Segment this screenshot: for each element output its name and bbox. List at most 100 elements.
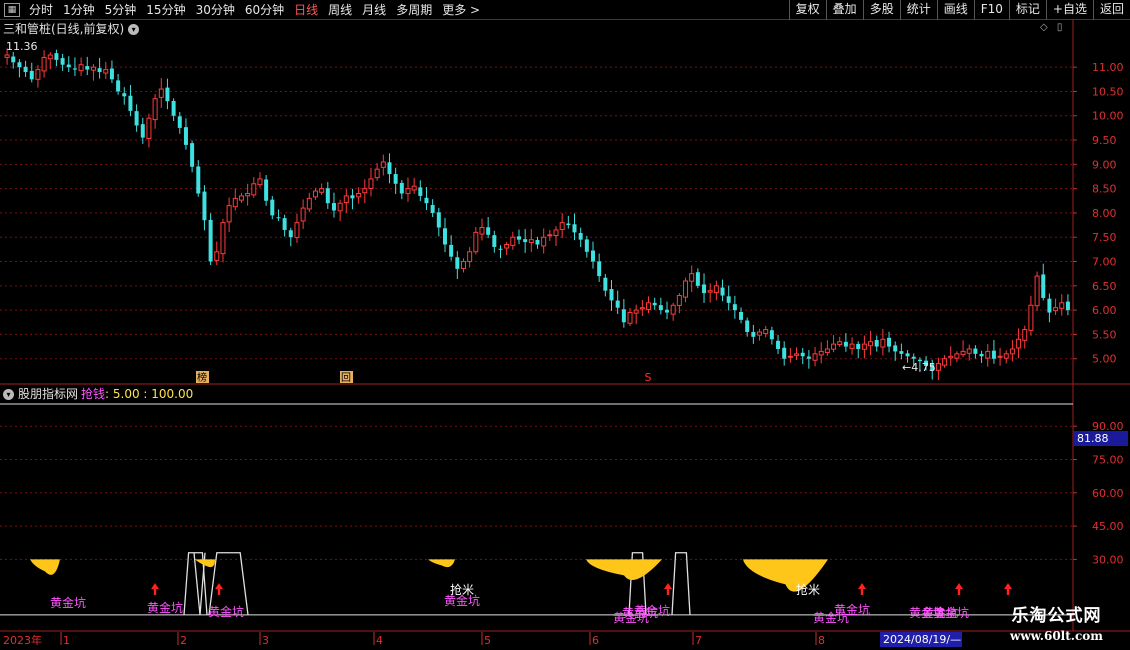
candle-body: [800, 352, 805, 357]
candle-body: [1028, 304, 1034, 331]
indicator-name: 股朋指标网: [18, 387, 79, 401]
candle-body: [695, 272, 700, 286]
candle-body: [165, 87, 170, 102]
candle-body: [739, 312, 744, 320]
candle-body: [177, 116, 182, 128]
candle-body: [856, 343, 861, 349]
buy-arrow-icon: [151, 583, 159, 595]
candle-body: [627, 312, 633, 324]
candle-body: [732, 304, 737, 311]
candle-body: [516, 236, 521, 240]
candle-body: [343, 195, 349, 204]
candle-body: [584, 239, 589, 252]
gold-pit-label: 黄金坑: [834, 602, 870, 617]
candle-body: [1034, 275, 1040, 307]
candle-body: [676, 295, 682, 306]
candle-body: [572, 224, 577, 233]
candle-body: [436, 212, 441, 228]
candle-body: [152, 98, 158, 121]
candle-body: [646, 302, 652, 310]
year-label: 2023年: [3, 634, 42, 647]
candle-body: [1047, 298, 1052, 313]
candle-body: [812, 353, 818, 361]
indicator-spike: [671, 552, 691, 615]
candle-body: [492, 235, 497, 247]
candle-body: [11, 56, 16, 63]
candle-body: [66, 64, 71, 68]
candle-body: [208, 219, 213, 262]
candle-body: [146, 117, 152, 140]
candle-body: [116, 80, 121, 92]
candle-body: [238, 195, 244, 201]
candle-body: [868, 341, 874, 347]
candle-body: [541, 236, 547, 247]
candle-body: [140, 124, 145, 138]
candle-body: [566, 223, 571, 226]
candle-body: [745, 320, 750, 332]
candle-body: [331, 203, 336, 211]
candle-body: [621, 309, 626, 323]
low-price-label: ←4.75: [902, 361, 936, 374]
candle-body: [257, 178, 263, 186]
candle-body: [874, 340, 879, 347]
candle-body: [639, 307, 645, 310]
candle-body: [374, 168, 380, 179]
candle-body: [763, 329, 769, 335]
sell-marker: S: [645, 371, 652, 384]
candle-body: [893, 345, 898, 352]
candle-body: [751, 331, 756, 337]
candle-body: [880, 338, 886, 348]
candle-body: [782, 347, 787, 359]
candle-body: [158, 88, 164, 98]
candle-body: [997, 355, 1003, 358]
candle-body: [726, 296, 731, 303]
gold-pit-label: 黄金坑: [634, 603, 670, 618]
candle-body: [905, 353, 910, 357]
candle-body: [991, 350, 996, 359]
candle-body: [504, 244, 510, 249]
candle-body: [264, 179, 269, 201]
candle-body: [442, 228, 447, 245]
candle-body: [831, 343, 837, 350]
candle-body: [757, 331, 763, 336]
candle-body: [652, 302, 657, 306]
candle-body: [591, 250, 596, 262]
candle-body: [54, 53, 59, 60]
candle-body: [362, 188, 368, 194]
candle-body: [787, 355, 793, 358]
candle-body: [411, 185, 417, 191]
watermark-title: 乐淘公式网: [1011, 606, 1102, 626]
candle-body: [467, 251, 473, 263]
candle-body: [849, 343, 855, 349]
price-tick-label: 8.50: [1092, 183, 1117, 196]
candle-body: [202, 191, 207, 221]
buy-arrow-icon: [664, 583, 672, 595]
price-tick-label: 5.50: [1092, 328, 1117, 341]
candle-body: [387, 162, 392, 175]
candle-body: [960, 350, 966, 356]
candle-body: [103, 69, 109, 74]
chevron-down-icon[interactable]: ▾: [3, 389, 14, 400]
indicator-title: ▾ 股朋指标网 抢钱: 5.00 : 100.00: [3, 386, 193, 402]
candle-body: [665, 309, 670, 313]
marker-label: 回: [341, 372, 351, 384]
candle-body: [1059, 302, 1065, 309]
candle-body: [966, 348, 972, 354]
candle-body: [559, 222, 565, 230]
candle-body: [306, 197, 312, 210]
candle-body: [109, 68, 114, 80]
candle-body: [578, 233, 583, 240]
candle-body: [337, 202, 343, 212]
candle-body: [942, 358, 948, 366]
candle-body: [460, 261, 466, 270]
candle-body: [948, 355, 954, 359]
price-tick-label: 10.00: [1092, 110, 1124, 123]
candle-body: [399, 182, 404, 194]
candle-body: [325, 188, 330, 204]
candle-body: [226, 205, 232, 223]
price-tick-label: 7.00: [1092, 256, 1117, 269]
candle-body: [670, 304, 676, 315]
candle-body: [887, 337, 892, 347]
price-tick-label: 6.00: [1092, 304, 1117, 317]
candle-body: [41, 56, 47, 72]
